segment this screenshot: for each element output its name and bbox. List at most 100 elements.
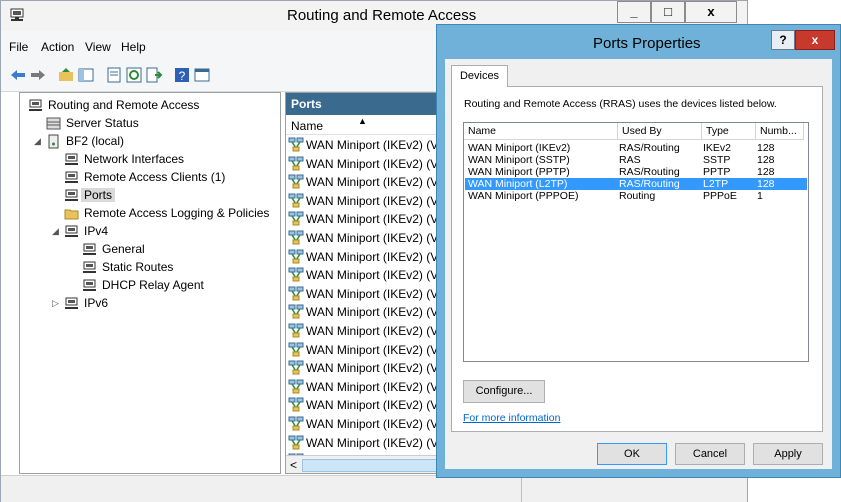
menu-file[interactable]: File [9,40,28,54]
collapse-icon[interactable]: ◢ [52,226,59,237]
device-name: WAN Miniport (PPPOE) [468,190,579,202]
port-icon [288,193,304,208]
minimize-button[interactable]: _ [617,1,651,23]
help-icon[interactable]: ? [173,66,191,84]
export-list-icon[interactable] [145,66,163,84]
close-main-button[interactable]: x [685,1,737,23]
server-icon [48,134,59,149]
apply-button[interactable]: Apply [753,443,823,465]
port-row-label: WAN Miniport (IKEv2) (VI [306,138,442,152]
port-icon [288,156,304,171]
port-row-label: WAN Miniport (IKEv2) (VI [306,193,442,208]
device-used-by: RAS/Routing [619,178,680,190]
port-row-label: WAN Miniport (IKEv2) (VI [306,324,442,338]
window-title: Routing and Remote Access [287,7,477,24]
devices-tab-panel: Routing and Remote Access (RRAS) uses th… [451,86,823,432]
port-row-label: WAN Miniport (IKEv2) (VI [306,361,442,376]
horizontal-scrollbar[interactable]: < [286,455,444,473]
app-icon [10,8,24,21]
ipv4-icon [65,225,78,237]
dialog-title: Ports Properties [593,35,701,52]
cancel-button[interactable]: Cancel [675,443,745,465]
port-row-label: WAN Miniport (IKEv2) (VI [306,435,442,450]
device-row[interactable]: WAN Miniport (PPTP) RAS/Routing PPTP 128 [465,166,807,178]
network-interfaces-icon [65,153,78,165]
back-arrow-icon[interactable] [9,66,27,84]
device-type: L2TP [703,178,729,190]
port-row-label: WAN Miniport (IKEv2) (VI [306,231,442,245]
name-column-header[interactable]: Name ▲ [286,116,444,135]
port-row-label: WAN Miniport (IKEv2) (VI [306,268,442,283]
port-row-label: WAN Miniport (IKEv2) (VI [306,417,442,431]
device-type: PPTP [703,166,731,178]
port-icon [288,230,304,245]
sort-ascending-icon: ▲ [358,116,367,126]
more-information-link[interactable]: For more information [463,412,560,424]
up-folder-icon[interactable] [57,66,75,84]
device-name: WAN Miniport (IKEv2) [468,142,571,154]
device-number: 128 [757,142,775,154]
remote-clients-icon [65,171,78,183]
console-tree: Routing and Remote Access Server Status … [19,92,281,474]
collapse-icon[interactable]: ◢ [34,136,41,147]
help-button[interactable]: ? [771,30,795,50]
status-divider [521,476,522,502]
port-icon [288,211,304,226]
device-used-by: RAS [619,154,641,166]
port-icon [288,379,304,394]
general-icon [83,243,96,255]
device-used-by: RAS/Routing [619,166,680,178]
server-status-icon [46,117,61,130]
scroll-left-icon[interactable]: < [290,458,297,472]
device-number: 128 [757,178,775,190]
port-row-label: WAN Miniport (IKEv2) (VI [306,212,442,227]
menu-action[interactable]: Action [41,40,74,54]
device-name: WAN Miniport (PPTP) [468,166,570,178]
expand-icon[interactable]: ▷ [52,298,59,309]
close-dialog-button[interactable]: x [795,30,835,50]
device-row[interactable]: WAN Miniport (IKEv2) RAS/Routing IKEv2 128 [465,142,807,154]
properties-icon[interactable] [105,66,123,84]
device-type: SSTP [703,154,731,166]
forward-arrow-icon[interactable] [29,66,47,84]
port-row-label: WAN Miniport (IKEv2) (VI [306,342,442,357]
rras-icon [29,99,42,111]
device-name: WAN Miniport (SSTP) [468,154,570,166]
column-type[interactable]: Type [702,123,756,140]
folder-icon [64,209,79,220]
port-icon [288,416,304,431]
port-row-label: WAN Miniport (IKEv2) (VI [306,398,442,413]
menu-view[interactable]: View [85,40,111,54]
column-name[interactable]: Name [464,123,618,140]
port-icon [288,249,304,264]
port-icon [288,397,304,412]
device-row[interactable]: WAN Miniport (L2TP) RAS/Routing L2TP 128 [465,178,807,190]
port-icon [288,174,304,189]
port-icon [288,342,304,357]
column-number[interactable]: Numb... [756,123,804,140]
show-hide-tree-icon[interactable] [77,66,95,84]
column-used-by[interactable]: Used By [618,123,702,140]
menu-help[interactable]: Help [121,40,146,54]
refresh-icon[interactable] [125,66,143,84]
device-row[interactable]: WAN Miniport (SSTP) RAS SSTP 128 [465,154,807,166]
port-icon [288,323,304,338]
device-type: IKEv2 [703,142,732,154]
port-icon [288,304,304,319]
configure-button[interactable]: Configure... [463,380,545,403]
port-icon [288,137,304,152]
port-row-label: WAN Miniport (IKEv2) (VI [306,286,442,301]
ok-button[interactable]: OK [597,443,667,465]
devices-list[interactable]: Name Used By Type Numb... WAN Miniport (… [463,122,809,362]
port-row-label: WAN Miniport (IKEv2) (VI [306,156,442,171]
scrollbar-thumb[interactable] [302,459,444,472]
console-icon[interactable] [193,66,211,84]
ports-list-pane: Ports Name ▲ WAN Miniport (IKEv2) (VI WAN… [285,92,445,474]
dhcp-relay-icon [83,279,96,291]
maximize-button[interactable]: □ [651,1,685,23]
device-row[interactable]: WAN Miniport (PPPOE) Routing PPPoE 1 [465,190,807,202]
port-row-label: WAN Miniport (IKEv2) (VI [306,305,442,320]
ports-properties-dialog: Ports Properties ? x Devices Routing and… [436,24,841,478]
port-row-label: WAN Miniport (IKEv2) (VI [306,175,442,190]
tab-devices[interactable]: Devices [451,65,508,87]
